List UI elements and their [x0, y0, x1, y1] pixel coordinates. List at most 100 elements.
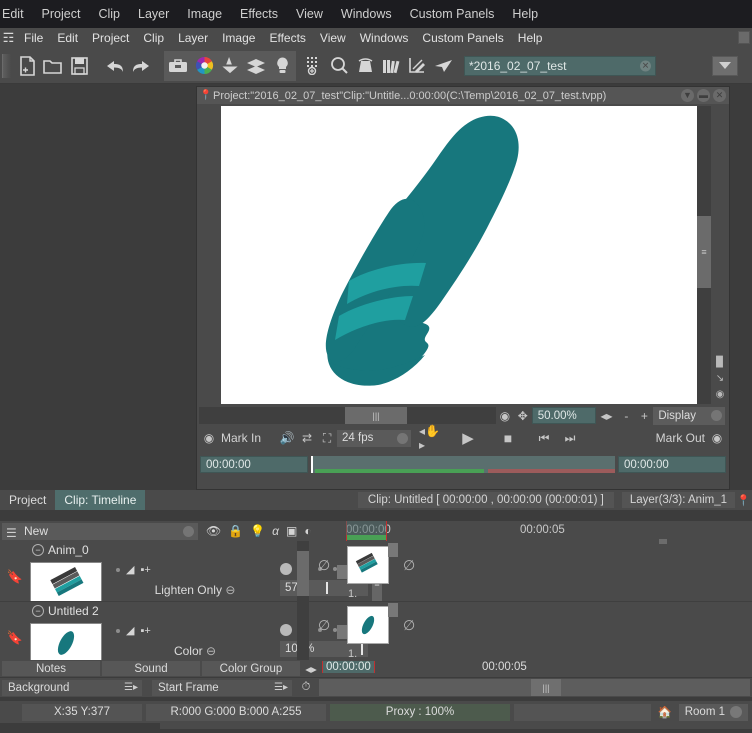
blend-mode-text[interactable]: Color	[174, 644, 203, 658]
appmenu-layer[interactable]: Layer	[171, 28, 215, 48]
menu-effects[interactable]: Effects	[231, 3, 287, 25]
timecode-end-field[interactable]: 00:00:00	[618, 456, 726, 473]
pin-icon[interactable]: 📍	[199, 90, 213, 101]
canvas-time-strip[interactable]	[311, 456, 615, 473]
frame-thumbnail[interactable]	[347, 546, 389, 584]
appmenu-edit[interactable]: Edit	[50, 28, 85, 48]
tab-color-group[interactable]: Color Group	[202, 661, 300, 676]
appmenu-effects[interactable]: Effects	[262, 28, 312, 48]
frame-empty-right-icon[interactable]: ∅	[403, 617, 415, 634]
add-blend-icon[interactable]: ▪+	[140, 625, 150, 637]
background-field[interactable]: Background ☰▸	[2, 679, 142, 696]
chevron-down-icon[interactable]	[711, 409, 723, 421]
background-list-icon[interactable]: ☰▸	[124, 682, 138, 693]
stencil-icon[interactable]: ▣	[286, 524, 297, 538]
clear-icon[interactable]: ✕	[640, 60, 651, 71]
bottom-scroll-thumb[interactable]: |||	[531, 679, 561, 696]
collapse-icon[interactable]: −	[32, 605, 44, 617]
canvas-horizontal-scrollbar[interactable]: |||	[199, 407, 496, 424]
appmenu-help[interactable]: Help	[511, 28, 550, 48]
canvas-vertical-scrollbar[interactable]: ≡	[697, 106, 711, 409]
menu-layer[interactable]: Layer	[129, 3, 178, 25]
stopwatch-icon[interactable]: ⏱	[295, 681, 317, 694]
menu-edit[interactable]: Edit	[0, 3, 33, 25]
mark-in-set-icon[interactable]: ◉	[197, 431, 221, 445]
go-start-icon[interactable]: ⏮	[531, 431, 557, 446]
minimize-icon[interactable]: ▼	[681, 89, 694, 102]
timeline-ruler[interactable]: 00:00:00 00:00:05	[345, 521, 752, 541]
blend-mode-chevron-icon[interactable]: ⊖	[225, 583, 235, 597]
invert-icon[interactable]: ◢	[126, 624, 134, 637]
lock-icon[interactable]: 🔒	[228, 524, 243, 538]
invert-icon[interactable]: ◢	[126, 563, 134, 576]
menu-view[interactable]: View	[287, 3, 332, 25]
preview-icon[interactable]: ◐	[304, 524, 311, 538]
menu-help[interactable]: Help	[503, 3, 547, 25]
add-blend-icon[interactable]: ▪+	[140, 564, 150, 576]
close-icon[interactable]: ✕	[713, 89, 726, 102]
bottom-scrollbar[interactable]: |||	[319, 679, 750, 696]
frame-empty-left-icon[interactable]: ∅	[318, 557, 330, 574]
display-dropdown[interactable]: Display	[653, 406, 726, 425]
start-frame-list-icon[interactable]: ☰▸	[274, 682, 288, 693]
room-selector[interactable]: Room 1	[678, 703, 748, 721]
timeline-pin-icon[interactable]: 📍	[735, 494, 752, 507]
menu-windows[interactable]: Windows	[332, 3, 401, 25]
lightbulb-icon[interactable]	[269, 52, 295, 80]
appmenu-file[interactable]: File	[17, 28, 50, 48]
send-icon[interactable]	[430, 52, 456, 80]
zoom-level-field[interactable]: 50.00%	[531, 407, 596, 424]
ruler-icon[interactable]	[404, 52, 430, 80]
center-view-icon[interactable]: ✥	[514, 409, 532, 423]
timecode-start-field[interactable]: 00:00:00	[200, 456, 308, 473]
room-chevron-icon[interactable]	[730, 706, 742, 718]
frame-grip-left[interactable]	[337, 565, 347, 579]
go-end-icon[interactable]: ⏭	[557, 431, 583, 446]
zoom-fit-icon[interactable]: ◂▸	[596, 409, 618, 423]
lightbulb-icon[interactable]: 💡	[250, 524, 265, 538]
tab-clip-timeline[interactable]: Clip: Timeline	[55, 490, 146, 510]
scrub-hand-icon[interactable]: ◂✋▸	[419, 424, 445, 452]
library-icon[interactable]	[378, 52, 404, 80]
eye-icon[interactable]: 👁	[206, 524, 221, 538]
menu-clip[interactable]: Clip	[89, 3, 129, 25]
tab-notes[interactable]: Notes	[2, 661, 100, 676]
fps-chevron-icon[interactable]	[397, 432, 409, 444]
redo-icon[interactable]	[128, 52, 154, 80]
layer-tag-icon[interactable]: 🔖	[0, 620, 30, 646]
fullscreen-icon[interactable]: ⛶	[317, 431, 337, 446]
toolbar-grip[interactable]	[2, 53, 11, 78]
loop-icon[interactable]: ⇄	[297, 431, 317, 445]
project-name-field[interactable]: *2016_02_07_test ✕	[464, 55, 656, 76]
zoom-out-button[interactable]: -	[617, 409, 635, 423]
collapse-icon[interactable]: −	[32, 544, 44, 556]
camera-icon[interactable]: ◉	[716, 389, 725, 400]
toolbox-icon[interactable]	[165, 52, 191, 80]
mark-out-set-icon[interactable]: ◉	[705, 431, 729, 445]
stop-icon[interactable]: ■	[495, 430, 521, 446]
canvas-vscroll-thumb[interactable]: ≡	[697, 216, 711, 288]
toolbar-dropdown-button[interactable]	[712, 55, 738, 76]
layerlist-vertical-scrollbar[interactable]	[297, 541, 309, 661]
tab-sound[interactable]: Sound	[102, 661, 200, 676]
maximize-icon[interactable]: ▬	[697, 89, 710, 102]
layer-tag-icon[interactable]: 🔖	[0, 559, 30, 585]
opacity-handle-icon[interactable]	[280, 563, 292, 575]
frame-grip-right[interactable]	[388, 603, 398, 617]
appmenu-project[interactable]: Project	[85, 28, 136, 48]
play-icon[interactable]: ▶	[455, 429, 481, 447]
layer-thumbnail[interactable]	[30, 562, 102, 602]
frame-grip-left[interactable]	[337, 625, 347, 639]
undo-icon[interactable]	[102, 52, 128, 80]
frame-grip-right[interactable]	[388, 543, 398, 557]
canvas-artboard[interactable]	[221, 106, 705, 409]
layerlist-vscroll-thumb[interactable]	[297, 551, 309, 596]
frame-thumbnail[interactable]	[347, 606, 389, 644]
home-icon[interactable]: 🏠	[655, 705, 675, 719]
magic-hat-icon[interactable]	[352, 52, 378, 80]
new-project-icon[interactable]	[14, 52, 40, 80]
appmenu-windows[interactable]: Windows	[353, 28, 416, 48]
layer-selector-chevron-icon[interactable]	[183, 525, 194, 537]
blend-mode-chevron-icon[interactable]: ⊖	[206, 644, 216, 658]
keypad-icon[interactable]	[300, 52, 326, 80]
